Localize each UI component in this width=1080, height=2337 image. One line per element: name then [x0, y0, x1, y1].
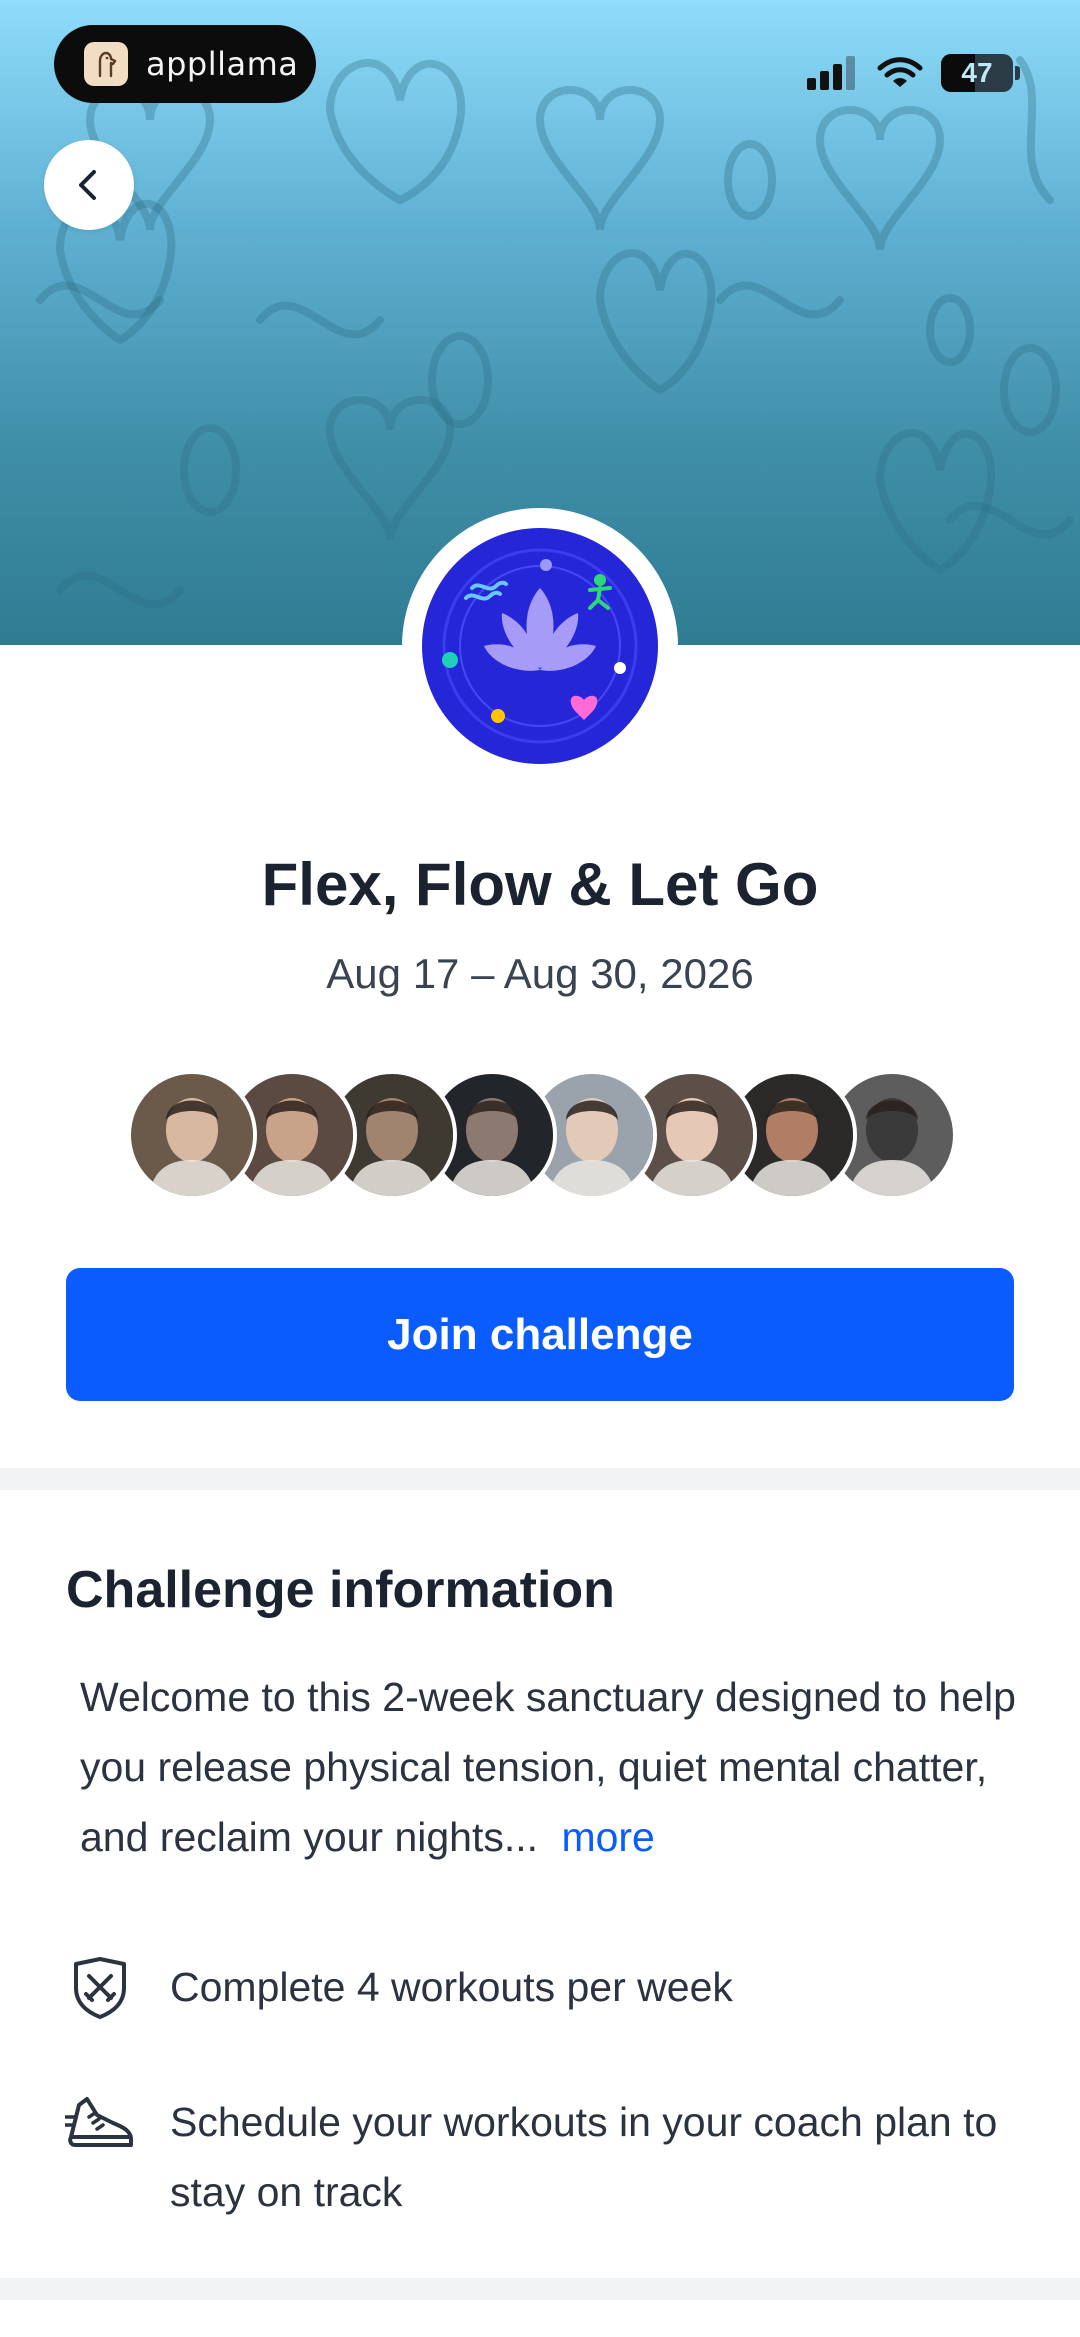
battery-indicator: 47	[941, 54, 1020, 92]
app-pill: appllama	[54, 25, 316, 103]
rule-text: Schedule your workouts in your coach pla…	[170, 2099, 998, 2215]
shield-swords-icon	[64, 1952, 136, 2024]
rule-item: Schedule your workouts in your coach pla…	[64, 2087, 1000, 2227]
back-button[interactable]	[44, 140, 134, 230]
rule-item: Complete 4 workouts per week	[64, 1952, 1000, 2024]
challenge-information-heading: Challenge information	[66, 1561, 615, 1619]
section-divider	[0, 1468, 1080, 1490]
participant-avatar[interactable]	[127, 1070, 257, 1200]
wifi-icon	[877, 57, 923, 87]
challenge-description: Welcome to this 2-week sanctuary designe…	[80, 1662, 1030, 1872]
challenge-page: appllama 47 Flex, Flow & Let Go Aug 17 –…	[0, 0, 1080, 2337]
join-challenge-button[interactable]: Join challenge	[66, 1268, 1014, 1401]
status-icons: 47	[807, 48, 1020, 98]
battery-icon: 47	[941, 54, 1013, 92]
rule-text: Complete 4 workouts per week	[170, 1964, 733, 2010]
description-text: Welcome to this 2-week sanctuary designe…	[80, 1674, 1016, 1860]
cellular-signal-icon	[807, 56, 855, 90]
challenge-title: Flex, Flow & Let Go	[261, 851, 819, 918]
battery-level: 47	[961, 57, 993, 88]
section-divider	[0, 2278, 1080, 2300]
llama-logo-icon	[84, 42, 128, 86]
app-name: appllama	[146, 45, 299, 83]
challenge-dates: Aug 17 – Aug 30, 2026	[326, 950, 754, 997]
lotus-badge-icon	[422, 528, 658, 764]
chevron-left-icon	[79, 170, 96, 200]
more-link[interactable]: more	[561, 1814, 654, 1860]
running-shoe-icon	[64, 2087, 136, 2159]
